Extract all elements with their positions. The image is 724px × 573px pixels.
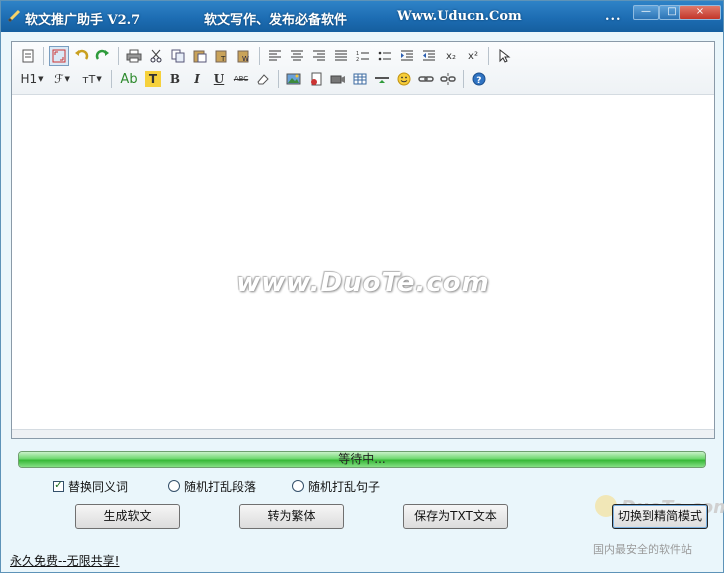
simple-mode-button[interactable]: 切换到精简模式 bbox=[612, 504, 708, 529]
rich-text-editor: T W 12 x₂ x² H1 ▼ ℱ ▼ тT ▼ Ab T B I U AB… bbox=[11, 41, 715, 439]
heading-dropdown[interactable]: H1 ▼ bbox=[18, 69, 46, 89]
shuffle-sentences-option[interactable]: 随机打乱句子 bbox=[292, 478, 380, 494]
insert-hr-icon[interactable] bbox=[372, 69, 392, 89]
subscript-icon[interactable]: x₂ bbox=[441, 46, 461, 66]
font-color-icon[interactable]: Ab bbox=[117, 69, 141, 89]
save-txt-button[interactable]: 保存为TXT文本 bbox=[403, 504, 508, 529]
shuffle-paragraphs-option[interactable]: 随机打乱段落 bbox=[168, 478, 256, 494]
font-size-dropdown[interactable]: тT ▼ bbox=[78, 69, 106, 89]
toolbar-row-1: T W 12 x₂ x² bbox=[18, 45, 514, 67]
convert-traditional-button[interactable]: 转为繁体 bbox=[239, 504, 344, 529]
insert-table-icon[interactable] bbox=[350, 69, 370, 89]
title-bar[interactable]: 软文推广助手 V2.7 软文写作、发布必备软件 Www.Uducn.Com ..… bbox=[1, 1, 723, 32]
shuffle-sentences-label: 随机打乱句子 bbox=[308, 479, 381, 494]
toolbar-separator bbox=[111, 70, 112, 88]
toolbar-separator bbox=[259, 47, 260, 65]
help-icon[interactable]: ? bbox=[469, 69, 489, 89]
outdent-icon[interactable] bbox=[419, 46, 439, 66]
unlink-icon[interactable] bbox=[438, 69, 458, 89]
superscript-icon[interactable]: x² bbox=[463, 46, 483, 66]
paste-icon[interactable] bbox=[190, 46, 210, 66]
justify-icon[interactable] bbox=[331, 46, 351, 66]
replace-synonyms-label: 替换同义词 bbox=[68, 479, 129, 494]
cut-icon[interactable] bbox=[146, 46, 166, 66]
toolbar-separator bbox=[278, 70, 279, 88]
chevron-down-icon: ▼ bbox=[38, 75, 44, 83]
maximize-icon: □ bbox=[667, 6, 677, 17]
chevron-down-icon: ▼ bbox=[96, 75, 102, 83]
font-label: ℱ bbox=[54, 72, 64, 86]
generate-button[interactable]: 生成软文 bbox=[75, 504, 180, 529]
svg-text:W: W bbox=[242, 55, 249, 63]
svg-text:2: 2 bbox=[356, 57, 359, 62]
close-button[interactable]: × bbox=[679, 5, 721, 20]
align-left-icon[interactable] bbox=[265, 46, 285, 66]
toolbar-row-2: H1 ▼ ℱ ▼ тT ▼ Ab T B I U ABC ? bbox=[18, 68, 489, 90]
font-size-label: тT bbox=[82, 72, 96, 86]
toolbar-separator bbox=[43, 47, 44, 65]
eraser-icon[interactable] bbox=[253, 69, 273, 89]
svg-text:?: ? bbox=[476, 76, 481, 86]
shuffle-paragraphs-radio[interactable] bbox=[168, 480, 180, 492]
undo-icon[interactable] bbox=[71, 46, 91, 66]
chevron-down-icon: ▼ bbox=[64, 75, 70, 83]
align-right-icon[interactable] bbox=[309, 46, 329, 66]
replace-synonyms-option[interactable]: ✓ 替换同义词 bbox=[53, 478, 128, 494]
strikethrough-icon[interactable]: ABC bbox=[231, 69, 251, 89]
underline-icon[interactable]: U bbox=[209, 69, 229, 89]
fullscreen-icon[interactable] bbox=[49, 46, 69, 66]
emoticon-icon[interactable] bbox=[394, 69, 414, 89]
highlight-icon[interactable]: T bbox=[145, 71, 161, 87]
insert-media-icon[interactable] bbox=[328, 69, 348, 89]
toolbar-separator bbox=[463, 70, 464, 88]
copy-icon[interactable] bbox=[168, 46, 188, 66]
svg-text:T: T bbox=[220, 55, 226, 63]
replace-synonyms-checkbox[interactable]: ✓ bbox=[53, 480, 64, 492]
print-icon[interactable] bbox=[124, 46, 144, 66]
toolbar-separator bbox=[488, 47, 489, 65]
new-doc-icon[interactable] bbox=[18, 46, 38, 66]
insert-flash-icon[interactable] bbox=[306, 69, 326, 89]
app-website: Www.Uducn.Com bbox=[397, 9, 522, 24]
app-window: 软文推广助手 V2.7 软文写作、发布必备软件 Www.Uducn.Com ..… bbox=[0, 0, 724, 573]
indent-icon[interactable] bbox=[397, 46, 417, 66]
duote-watermark: www.DuoTe.com bbox=[236, 268, 490, 298]
insert-image-icon[interactable] bbox=[284, 69, 304, 89]
paste-text-icon[interactable]: T bbox=[212, 46, 232, 66]
paste-word-icon[interactable]: W bbox=[234, 46, 254, 66]
shuffle-paragraphs-label: 随机打乱段落 bbox=[184, 479, 257, 494]
italic-icon[interactable]: I bbox=[187, 69, 207, 89]
footer-link[interactable]: 永久免费--无限共享! bbox=[10, 552, 119, 570]
redo-icon[interactable] bbox=[93, 46, 113, 66]
ordered-list-icon[interactable]: 12 bbox=[353, 46, 373, 66]
close-icon: × bbox=[695, 6, 705, 17]
link-icon[interactable] bbox=[416, 69, 436, 89]
select-pointer-icon[interactable] bbox=[494, 46, 514, 66]
menu-dots[interactable]: ... bbox=[605, 9, 622, 24]
toolbar-separator bbox=[118, 47, 119, 65]
font-dropdown[interactable]: ℱ ▼ bbox=[48, 69, 76, 89]
shuffle-sentences-radio[interactable] bbox=[292, 480, 304, 492]
pencil-app-icon bbox=[7, 9, 21, 23]
app-tagline: 软文写作、发布必备软件 bbox=[204, 13, 348, 28]
heading-label: H1 bbox=[20, 72, 38, 86]
editor-toolbar: T W 12 x₂ x² H1 ▼ ℱ ▼ тT ▼ Ab T B I U AB… bbox=[12, 42, 714, 95]
progress-bar: 等待中... bbox=[18, 451, 706, 468]
site-watermark-text: 国内最安全的软件站 bbox=[593, 543, 692, 556]
editor-content-area[interactable] bbox=[12, 95, 714, 431]
bold-icon[interactable]: B bbox=[165, 69, 185, 89]
minimize-icon: — bbox=[641, 6, 651, 17]
unordered-list-icon[interactable] bbox=[375, 46, 395, 66]
progress-label: 等待中... bbox=[338, 452, 386, 466]
app-title: 软文推广助手 V2.7 bbox=[25, 13, 141, 28]
minimize-button[interactable]: — bbox=[633, 5, 659, 20]
editor-status-bar bbox=[12, 429, 714, 438]
align-center-icon[interactable] bbox=[287, 46, 307, 66]
